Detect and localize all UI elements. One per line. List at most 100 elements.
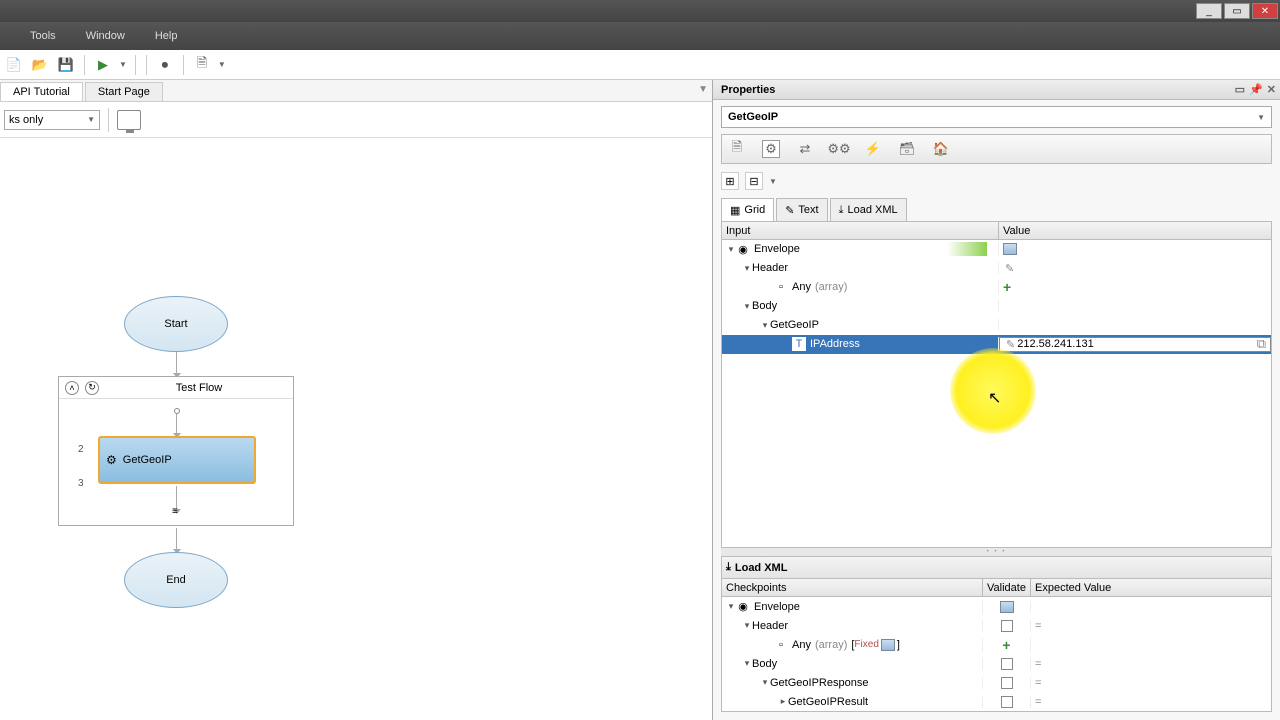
record-icon[interactable]: ⏺ <box>155 55 175 75</box>
tree-row-ipaddress[interactable]: T IPAddress ✎ ⧉ <box>722 335 1271 354</box>
ptab-settings-icon[interactable]: ⚙⚙ <box>830 140 848 158</box>
xml-thumb-icon[interactable] <box>1000 601 1014 613</box>
end-label: End <box>166 574 186 586</box>
pin-icon[interactable]: 📌 <box>1249 83 1263 96</box>
new-icon[interactable]: 📄 <box>4 55 24 75</box>
bound-icon <box>881 639 895 651</box>
validate-checkbox[interactable] <box>1001 620 1013 632</box>
ptab-data-icon[interactable]: 🗃 <box>898 140 916 158</box>
expand-icon[interactable]: ▾ <box>726 244 736 255</box>
tree-row-envelope[interactable]: ▾ ◉ Envelope <box>722 240 1271 259</box>
flow-canvas[interactable]: Start ˄ ↻ Test Flow 2 3 ⚙ GetGeoIP ≡ <box>0 138 712 720</box>
col-checkpoints: Checkpoints <box>722 579 983 596</box>
validate-checkbox[interactable] <box>1001 658 1013 670</box>
horizontal-splitter[interactable] <box>721 548 1272 556</box>
validate-checkbox[interactable] <box>1001 696 1013 708</box>
separator <box>146 55 147 75</box>
xml-import-icon: ⤓ <box>726 561 731 574</box>
expand-icon[interactable]: ▾ <box>760 677 770 688</box>
object-selector[interactable]: GetGeoIP ▼ <box>721 106 1272 128</box>
run-icon[interactable]: ▶ <box>93 55 113 75</box>
load-xml-bar[interactable]: ⤓ Load XML <box>722 557 1271 579</box>
tree-row-any[interactable]: ▫ Any (array) + <box>722 278 1271 297</box>
export-icon[interactable]: 🗎 <box>192 55 212 75</box>
check-row-any[interactable]: ▫ Any (array) [ Fixed ] + <box>722 635 1271 654</box>
expand-all-icon[interactable]: ⊞ <box>721 172 739 190</box>
tab-text[interactable]: ✎ Text <box>776 198 827 221</box>
menu-window[interactable]: Window <box>86 30 125 42</box>
expand-icon[interactable]: ▾ <box>742 301 752 312</box>
monitor-icon[interactable] <box>117 110 141 130</box>
display-mode-dropdown[interactable]: ks only ▼ <box>4 110 100 130</box>
checkpoints-header: Checkpoints Validate Expected Value <box>722 579 1271 597</box>
window-titlebar: _ ▭ ✕ <box>0 0 1280 22</box>
ptab-params-icon[interactable]: ⚙ <box>762 140 780 158</box>
close-button[interactable]: ✕ <box>1252 3 1278 19</box>
expected-op[interactable]: = <box>1031 620 1271 632</box>
dock-icon[interactable]: ▭ <box>1235 83 1245 96</box>
ptab-http-icon[interactable]: ⇄ <box>796 140 814 158</box>
collapse-all-icon[interactable]: ⊟ <box>745 172 763 190</box>
tree-row-header[interactable]: ▾ Header ✎ <box>722 259 1271 278</box>
add-item-icon[interactable]: + <box>1002 637 1010 653</box>
add-item-icon[interactable]: + <box>1003 279 1011 295</box>
xml-thumb-icon[interactable] <box>1003 243 1017 255</box>
check-row-body[interactable]: ▾ Body = <box>722 654 1271 673</box>
tab-loadxml[interactable]: ⤓ Load XML <box>830 198 907 221</box>
expand-icon[interactable]: ▾ <box>742 658 752 669</box>
tab-grid[interactable]: ▦ Grid <box>721 198 774 221</box>
toolbar-caret[interactable]: ▼ <box>769 177 777 186</box>
menu-tools[interactable]: Tools <box>30 30 56 42</box>
highlight-gradient <box>947 242 987 256</box>
loop-icon[interactable]: ↻ <box>85 381 99 395</box>
attr-icon: ▫ <box>774 638 788 652</box>
ipaddress-value-input[interactable] <box>1015 338 1270 350</box>
ptab-general-icon[interactable]: 🗎 <box>728 140 746 158</box>
expand-icon[interactable]: ▾ <box>760 320 770 331</box>
tree-row-body[interactable]: ▾ Body <box>722 297 1271 316</box>
export-dropdown-caret[interactable]: ▼ <box>218 60 226 69</box>
run-dropdown-caret[interactable]: ▼ <box>119 60 127 69</box>
expected-op[interactable]: = <box>1031 658 1271 670</box>
expand-icon[interactable]: ▾ <box>742 263 752 274</box>
node-label: Header <box>752 262 788 274</box>
expected-op[interactable]: = <box>1031 696 1271 708</box>
edit-icon: ✎ <box>1006 338 1015 351</box>
maximize-button[interactable]: ▭ <box>1224 3 1250 19</box>
separator <box>84 55 85 75</box>
collapse-icon[interactable]: ˄ <box>65 381 79 395</box>
save-icon[interactable]: 💾 <box>56 55 76 75</box>
drag-handle-icon[interactable]: ≡ <box>172 506 178 517</box>
node-label: GetGeoIPResult <box>788 696 868 708</box>
start-node[interactable]: Start <box>124 296 228 352</box>
link-icon[interactable]: ⧉ <box>1257 336 1266 352</box>
ptab-events-icon[interactable]: ⚡ <box>864 140 882 158</box>
check-row-envelope[interactable]: ▾ ◉ Envelope <box>722 597 1271 616</box>
grid-label: Grid <box>744 204 765 216</box>
text-node-icon: T <box>792 337 806 351</box>
tab-api-tutorial[interactable]: API Tutorial <box>0 82 83 101</box>
col-expected: Expected Value <box>1031 579 1271 596</box>
expand-icon[interactable]: ▸ <box>778 696 788 707</box>
close-panel-icon[interactable]: ✕ <box>1267 83 1276 96</box>
test-flow-header: ˄ ↻ Test Flow <box>59 377 293 399</box>
ptab-security-icon[interactable]: 🏠 <box>932 140 950 158</box>
array-hint: (array) <box>815 639 847 651</box>
check-row-header[interactable]: ▾ Header = <box>722 616 1271 635</box>
tab-menu-caret[interactable]: ▼ <box>698 84 708 95</box>
validate-checkbox[interactable] <box>1001 677 1013 689</box>
end-node[interactable]: End <box>124 552 228 608</box>
expand-icon[interactable]: ▾ <box>742 620 752 631</box>
test-flow-title: Test Flow <box>105 382 293 394</box>
menu-help[interactable]: Help <box>155 30 178 42</box>
edit-icon[interactable]: ✎ <box>1005 262 1014 275</box>
expected-op[interactable]: = <box>1031 677 1271 689</box>
expand-icon[interactable]: ▾ <box>726 601 736 612</box>
tree-row-getgeoip[interactable]: ▾ GetGeoIP <box>722 316 1271 335</box>
minimize-button[interactable]: _ <box>1196 3 1222 19</box>
open-icon[interactable]: 📂 <box>30 55 50 75</box>
tab-start-page[interactable]: Start Page <box>85 82 163 101</box>
step-getgeoip[interactable]: ⚙ GetGeoIP <box>98 436 256 484</box>
check-row-result[interactable]: ▸ GetGeoIPResult = <box>722 692 1271 711</box>
check-row-response[interactable]: ▾ GetGeoIPResponse = <box>722 673 1271 692</box>
